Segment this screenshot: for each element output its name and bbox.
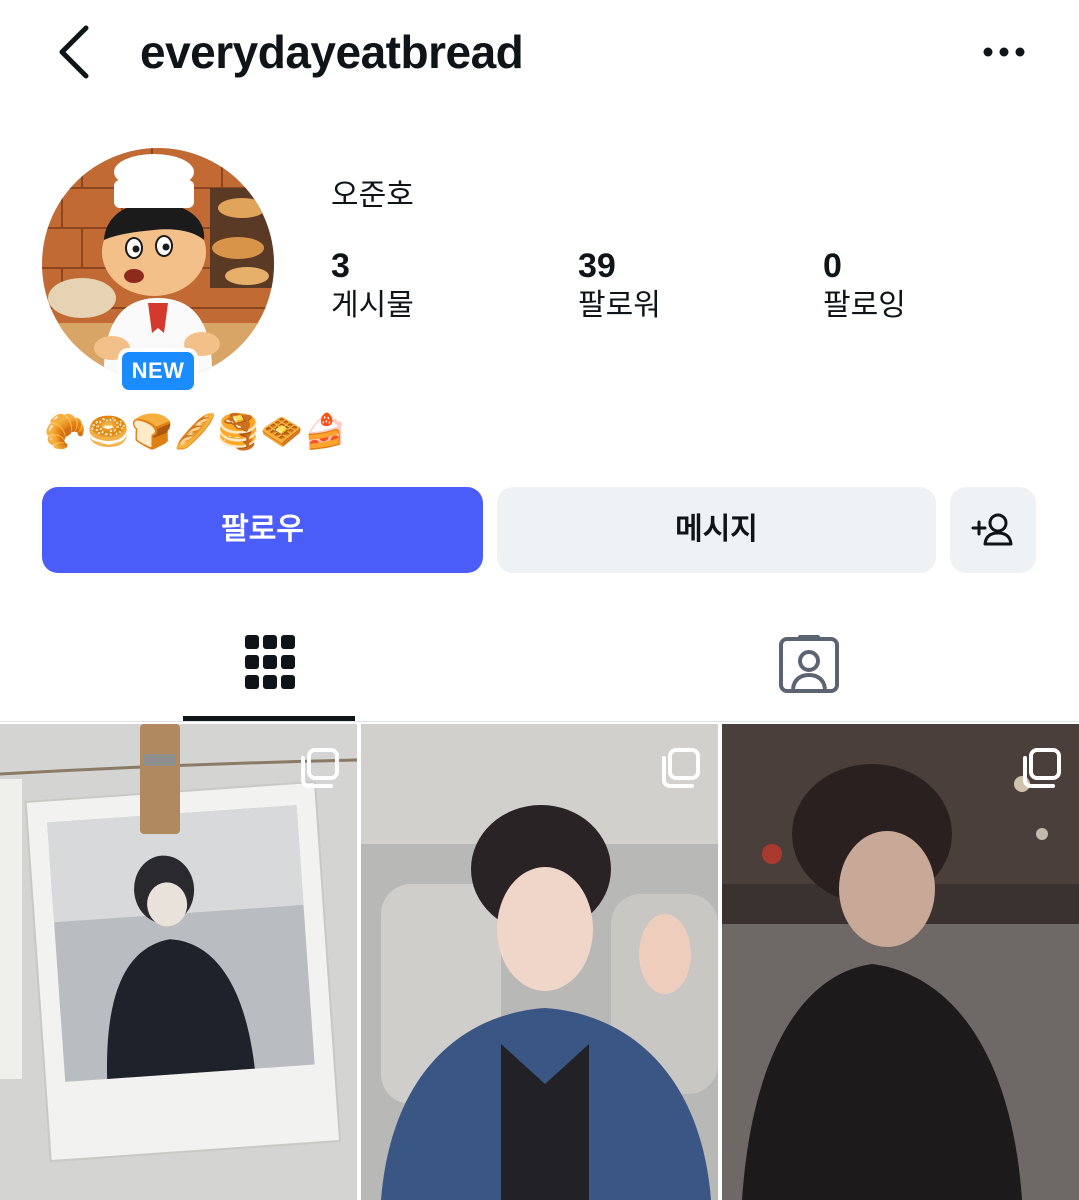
multiple-photos-icon	[301, 748, 339, 788]
following-count-label: 팔로잉	[823, 289, 906, 322]
add-user-button[interactable]	[950, 487, 1036, 573]
avatar	[42, 148, 274, 380]
tab-posts-grid[interactable]	[183, 625, 355, 705]
post-thumbnail[interactable]	[361, 724, 718, 1200]
tab-tagged[interactable]	[720, 625, 898, 705]
chevron-left-icon	[59, 25, 89, 79]
posts-count-value: 3	[331, 247, 350, 285]
new-badge: NEW	[118, 348, 198, 394]
post-thumbnail[interactable]	[0, 724, 357, 1200]
posts-count[interactable]: 3 게시물	[331, 244, 414, 326]
multiple-photos-icon	[662, 748, 700, 788]
profile-header: everydayeatbread	[0, 0, 1079, 110]
post-thumbnail[interactable]	[722, 724, 1079, 1200]
tabs-divider	[0, 721, 1079, 722]
more-options-button[interactable]	[978, 34, 1030, 70]
follow-button[interactable]: 팔로우	[42, 487, 483, 573]
tagged-user-icon	[779, 635, 839, 693]
profile-display-name: 오준호	[331, 179, 414, 212]
message-button[interactable]: 메시지	[497, 487, 936, 573]
add-user-icon	[971, 513, 1013, 546]
following-count-value: 0	[823, 247, 842, 285]
followers-count-label: 팔로워	[578, 289, 661, 322]
followers-count-value: 39	[578, 247, 616, 285]
followers-count[interactable]: 39 팔로워	[578, 244, 661, 326]
profile-avatar-container[interactable]: NEW	[42, 148, 274, 394]
profile-bio: 🥐🥯🍞🥖🥞🧇🍰	[44, 412, 348, 452]
more-horizontal-icon	[983, 47, 1025, 57]
back-button[interactable]	[50, 22, 102, 82]
new-badge-label: NEW	[122, 352, 194, 390]
posts-count-label: 게시물	[331, 289, 414, 322]
multiple-photos-icon	[1023, 748, 1061, 788]
posts-grid	[0, 724, 1079, 1200]
grid-icon	[245, 635, 295, 689]
following-count[interactable]: 0 팔로잉	[823, 244, 906, 326]
profile-username: everydayeatbread	[140, 26, 524, 78]
